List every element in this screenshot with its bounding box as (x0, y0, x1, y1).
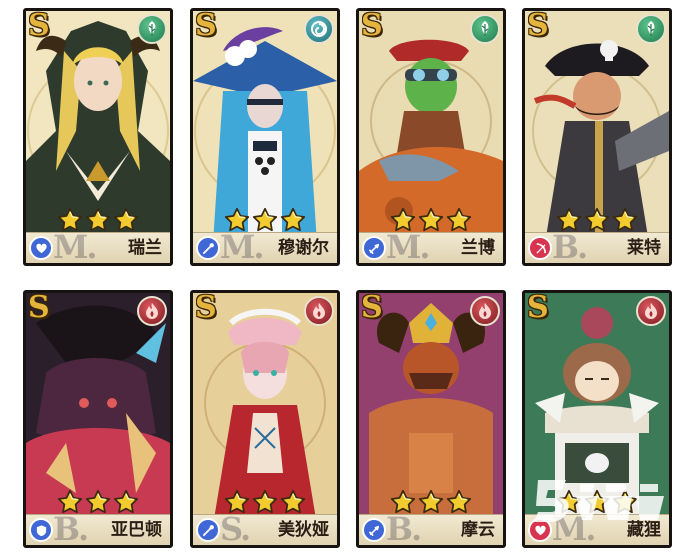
star-icon (113, 489, 139, 515)
class-letter: B. (53, 510, 89, 548)
hero-card[interactable]: S M. 兰博 (356, 8, 506, 266)
leaf-icon (475, 19, 495, 39)
heart-shield-icon (35, 242, 48, 255)
star-rating (359, 207, 503, 235)
star-icon (418, 489, 444, 515)
class-letter: M. (386, 228, 431, 266)
star-rating (359, 489, 503, 517)
hero-name: 穆谢尔 (278, 238, 329, 258)
hero-name: 摩云 (461, 520, 495, 540)
hero-name: 莱特 (627, 238, 661, 258)
staff-icon (202, 242, 215, 255)
star-icon (612, 207, 638, 233)
star-icon (252, 489, 278, 515)
name-bar: M. 兰博 (359, 228, 503, 266)
class-letter: S. (220, 510, 251, 548)
hero-name: 亚巴顿 (111, 520, 162, 540)
rank-badge: S (527, 290, 549, 325)
class-badge (362, 518, 386, 542)
star-rating (525, 489, 669, 517)
star-icon (612, 489, 638, 515)
class-letter: B. (552, 228, 588, 266)
staff-icon (202, 524, 215, 537)
faction-badge (304, 296, 334, 326)
rank-badge: S (28, 290, 50, 325)
star-icon (85, 489, 111, 515)
star-icon (584, 207, 610, 233)
hero-name: 瑞兰 (128, 238, 162, 258)
bow-icon (534, 242, 547, 255)
hero-card[interactable]: S B. 摩云 (356, 290, 506, 548)
star-rating (193, 207, 337, 235)
class-letter: M. (552, 510, 597, 548)
hero-card[interactable]: S M. 穆谢尔 (190, 8, 340, 266)
class-badge (196, 518, 220, 542)
leaf-icon (641, 19, 661, 39)
faction-badge (470, 296, 500, 326)
class-letter: M. (53, 228, 98, 266)
name-bar: B. 莱特 (525, 228, 669, 266)
star-rating (193, 489, 337, 517)
class-badge (29, 236, 53, 260)
name-bar: M. 藏狸 (525, 510, 669, 548)
shield-icon (35, 524, 48, 537)
name-bar: M. 瑞兰 (26, 228, 170, 266)
class-badge (362, 236, 386, 260)
class-badge (29, 518, 53, 542)
leaf-icon (142, 19, 162, 39)
flame-icon (475, 301, 495, 321)
star-rating (26, 207, 170, 235)
rank-badge: S (361, 8, 383, 43)
class-badge (528, 236, 552, 260)
star-icon (113, 207, 139, 233)
flame-icon (641, 301, 661, 321)
sword-icon (368, 524, 381, 537)
rank-badge: S (195, 8, 217, 43)
swirl-icon (309, 19, 329, 39)
heart-shield-icon (534, 524, 547, 537)
hero-card-grid: S M. 瑞兰 S M. 穆谢尔 S M. 兰博 S B. 莱特 S B. 亚巴… (0, 0, 700, 557)
sword-icon (368, 242, 381, 255)
name-bar: B. 摩云 (359, 510, 503, 548)
flame-icon (309, 301, 329, 321)
rank-badge: S (28, 8, 50, 43)
star-icon (280, 489, 306, 515)
faction-badge (137, 14, 167, 44)
star-icon (446, 489, 472, 515)
faction-badge (137, 296, 167, 326)
star-icon (446, 207, 472, 233)
class-letter: M. (220, 228, 265, 266)
rank-badge: S (527, 8, 549, 43)
rank-badge: S (361, 290, 383, 325)
class-badge (528, 518, 552, 542)
hero-name: 兰博 (461, 238, 495, 258)
star-rating (26, 489, 170, 517)
faction-badge (304, 14, 334, 44)
hero-card[interactable]: S S. 美狄娅 (190, 290, 340, 548)
hero-card[interactable]: S B. 亚巴顿 (23, 290, 173, 548)
hero-card[interactable]: S B. 莱特 (522, 8, 672, 266)
rank-badge: S (195, 290, 217, 325)
faction-badge (636, 296, 666, 326)
flame-icon (142, 301, 162, 321)
class-letter: B. (386, 510, 422, 548)
faction-badge (636, 14, 666, 44)
hero-name: 美狄娅 (278, 520, 329, 540)
name-bar: M. 穆谢尔 (193, 228, 337, 266)
star-rating (525, 207, 669, 235)
name-bar: S. 美狄娅 (193, 510, 337, 548)
faction-badge (470, 14, 500, 44)
star-icon (280, 207, 306, 233)
class-badge (196, 236, 220, 260)
hero-card[interactable]: S M. 藏狸 (522, 290, 672, 548)
hero-name: 藏狸 (627, 520, 661, 540)
name-bar: B. 亚巴顿 (26, 510, 170, 548)
hero-card[interactable]: S M. 瑞兰 (23, 8, 173, 266)
